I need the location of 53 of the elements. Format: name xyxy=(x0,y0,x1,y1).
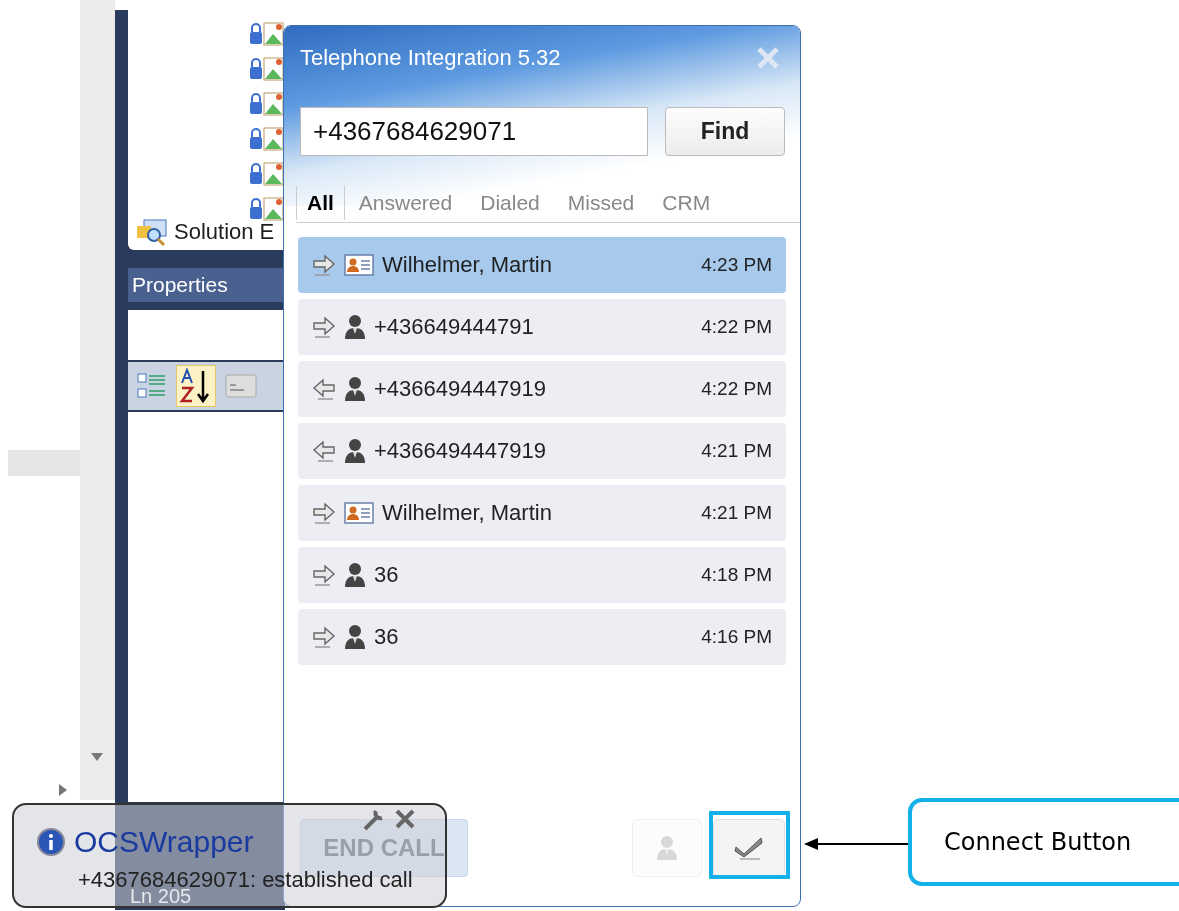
call-time: 4:22 PM xyxy=(701,316,772,338)
close-icon[interactable] xyxy=(394,808,416,830)
tab-label[interactable]: Solution E xyxy=(174,219,275,245)
object-selector-field[interactable] xyxy=(128,310,285,360)
filter-tab[interactable]: Dialed xyxy=(466,186,554,220)
vertical-scrollbar[interactable] xyxy=(80,0,115,800)
call-time: 4:21 PM xyxy=(701,502,772,524)
horizontal-scrollbar[interactable] xyxy=(8,450,80,476)
call-row[interactable]: +4366494447919 4:22 PM xyxy=(298,361,786,417)
person-icon xyxy=(344,438,366,464)
categorized-icon[interactable] xyxy=(136,371,168,401)
caller-name: Wilhelmer, Martin xyxy=(382,252,553,278)
caller-name: 36 xyxy=(374,562,400,588)
sort-alphabetical-icon[interactable] xyxy=(176,365,216,407)
find-button[interactable]: Find xyxy=(665,107,785,156)
contact-card-icon xyxy=(344,253,374,277)
filter-tab[interactable]: Answered xyxy=(344,186,467,220)
person-icon xyxy=(344,624,366,650)
connect-button[interactable] xyxy=(713,819,785,877)
call-time: 4:23 PM xyxy=(701,254,772,276)
filter-tab[interactable]: All xyxy=(296,186,345,220)
property-pages-icon[interactable] xyxy=(224,371,258,401)
filter-tab[interactable]: Missed xyxy=(553,186,649,220)
call-row[interactable]: +4366494447919 4:21 PM xyxy=(298,423,786,479)
solution-explorer-icon xyxy=(136,218,168,246)
call-row[interactable]: 36 4:16 PM xyxy=(298,609,786,665)
filter-tab[interactable]: CRM xyxy=(648,186,725,220)
call-row[interactable]: Wilhelmer, Martin 4:23 PM xyxy=(298,237,786,293)
caller-name: +436649444791 xyxy=(374,314,535,340)
person-icon xyxy=(344,376,366,402)
dialog-title: Telephone Integration 5.32 xyxy=(300,45,561,71)
search-field[interactable]: +4367684629071 xyxy=(300,107,648,156)
properties-header: Properties xyxy=(128,268,285,302)
call-time: 4:16 PM xyxy=(701,626,772,648)
scroll-right-icon[interactable] xyxy=(58,783,68,797)
person-icon xyxy=(656,835,678,861)
call-row[interactable]: +436649444791 4:22 PM xyxy=(298,299,786,355)
caller-name: +4366494447919 xyxy=(374,376,547,402)
person-icon xyxy=(344,314,366,340)
caller-name: Wilhelmer, Martin xyxy=(382,500,553,526)
call-row[interactable]: 36 4:18 PM xyxy=(298,547,786,603)
contact-card-icon xyxy=(344,501,374,525)
caller-name: +4366494447919 xyxy=(374,438,547,464)
callout-label: Connect Button xyxy=(908,798,1179,886)
call-time: 4:18 PM xyxy=(701,564,772,586)
call-time: 4:21 PM xyxy=(701,440,772,462)
call-time: 4:22 PM xyxy=(701,378,772,400)
call-row[interactable]: Wilhelmer, Martin 4:21 PM xyxy=(298,485,786,541)
caller-name: 36 xyxy=(374,624,400,650)
info-icon xyxy=(36,827,66,857)
person-icon xyxy=(344,562,366,588)
scroll-down-icon[interactable] xyxy=(90,752,104,762)
checkmark-icon xyxy=(734,835,764,861)
